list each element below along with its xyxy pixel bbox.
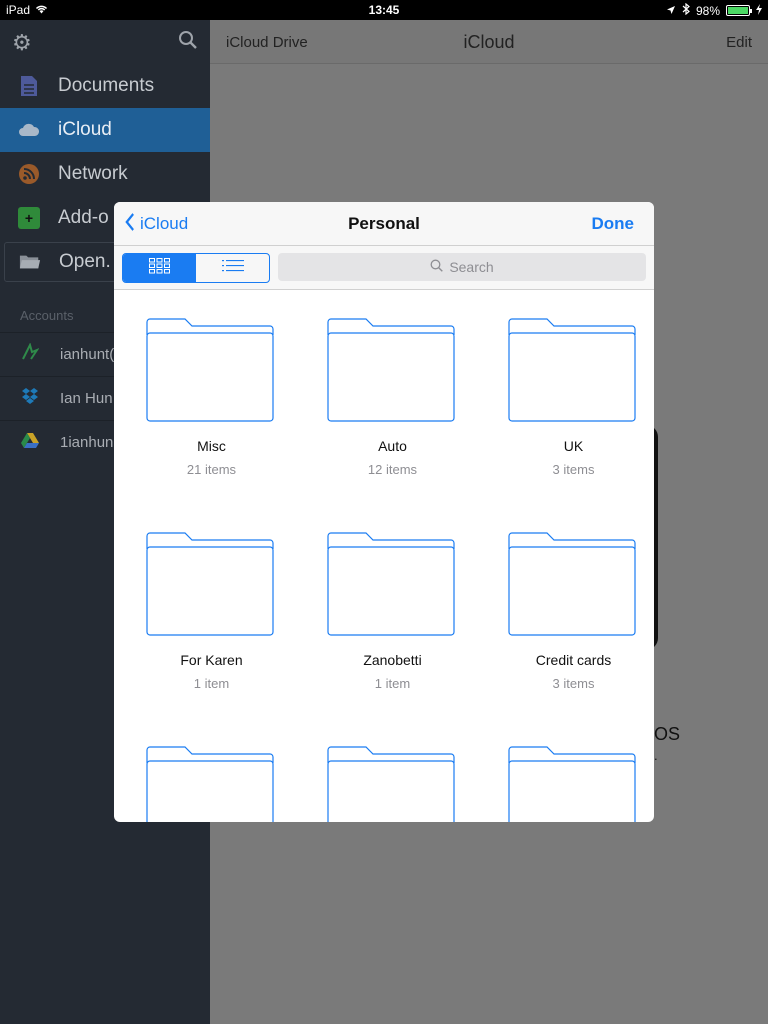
search-icon — [430, 259, 444, 275]
charging-icon — [756, 3, 762, 18]
folder-item[interactable]: UK 3 items — [483, 291, 654, 505]
sidebar-item-label: Open. — [59, 251, 111, 272]
folder-item-count: 3 items — [552, 676, 595, 691]
folder-item-count: 1 item — [374, 676, 411, 691]
main-navbar: iCloud Drive iCloud Edit — [210, 20, 768, 64]
folder-grid: Misc 21 items Auto 12 items UK 3 items For Kar… — [114, 291, 654, 822]
account-label: Ian Hun — [60, 390, 113, 407]
folder-item-count: 3 items — [552, 462, 595, 477]
folder-item[interactable] — [483, 719, 654, 822]
folder-item[interactable] — [302, 719, 483, 822]
battery-icon — [726, 5, 752, 16]
sidebar-item-documents[interactable]: Documents — [0, 64, 210, 108]
background-text-secondary: . — [654, 748, 658, 763]
grid-view-button[interactable] — [123, 254, 196, 282]
list-view-button[interactable] — [196, 254, 269, 282]
account-label: ianhunt( — [60, 346, 115, 363]
document-icon — [18, 75, 40, 97]
dropbox-icon — [20, 387, 40, 410]
battery-percent: 98% — [695, 3, 720, 18]
document-picker-modal: iCloud Personal Done Search Misc 21 item… — [114, 202, 654, 822]
search-icon[interactable] — [178, 30, 198, 56]
folder-name: Auto — [378, 438, 407, 454]
folder-name: UK — [563, 438, 584, 454]
google-drive-icon — [20, 432, 40, 453]
folder-name: For Karen — [180, 652, 243, 668]
folder-name: Zanobetti — [363, 652, 422, 668]
folder-name: Misc — [197, 438, 226, 454]
done-button[interactable]: Done — [592, 214, 635, 234]
folder-item[interactable]: Credit cards 3 items — [483, 505, 654, 719]
modal-title: Personal — [348, 214, 420, 233]
modal-toolbar: Search — [114, 246, 654, 290]
folder-item[interactable]: Auto 12 items — [302, 291, 483, 505]
folder-item[interactable]: Zanobetti 1 item — [302, 505, 483, 719]
sidebar-item-icloud[interactable]: iCloud — [0, 108, 210, 152]
sidebar-item-network[interactable]: Network — [0, 152, 210, 196]
location-icon — [666, 4, 676, 18]
battery-level — [728, 7, 748, 14]
folder-item[interactable]: For Karen 1 item — [121, 505, 302, 719]
sidebar-item-label: Documents — [58, 75, 155, 96]
folder-item[interactable]: Misc 21 items — [121, 291, 302, 505]
folder-name: Credit cards — [535, 652, 612, 668]
bluetooth-icon — [682, 2, 690, 18]
folder-item-count: 12 items — [367, 462, 418, 477]
search-placeholder: Search — [449, 259, 494, 275]
page-title: iCloud — [463, 32, 515, 52]
sidebar-item-label: iCloud — [58, 119, 112, 140]
cloud-icon — [18, 119, 40, 141]
gear-icon[interactable]: ⚙ — [12, 30, 32, 56]
search-field[interactable]: Search — [278, 253, 646, 281]
grid-icon — [148, 257, 171, 279]
sidebar-toolbar: ⚙ — [0, 20, 210, 64]
plus-icon: + — [18, 207, 40, 229]
account-label: 1ianhun — [60, 434, 114, 451]
cloudapp-icon — [20, 342, 40, 366]
sidebar-item-label: Add-o — [58, 207, 109, 228]
list-icon — [221, 259, 244, 278]
clock: 13:45 — [368, 3, 400, 17]
wifi-icon — [18, 163, 40, 185]
sidebar-item-label: Network — [58, 163, 128, 184]
edit-button[interactable]: Edit — [726, 34, 752, 51]
status-bar: iPad 13:45 98% — [0, 0, 768, 20]
folder-item-count: 21 items — [186, 462, 237, 477]
view-mode-segmented-control — [122, 253, 270, 283]
background-text: OS — [654, 724, 681, 744]
folder-item-count: 1 item — [193, 676, 230, 691]
folder-item[interactable] — [121, 719, 302, 822]
modal-header: iCloud Personal Done — [114, 202, 654, 246]
folder-icon — [19, 251, 41, 273]
